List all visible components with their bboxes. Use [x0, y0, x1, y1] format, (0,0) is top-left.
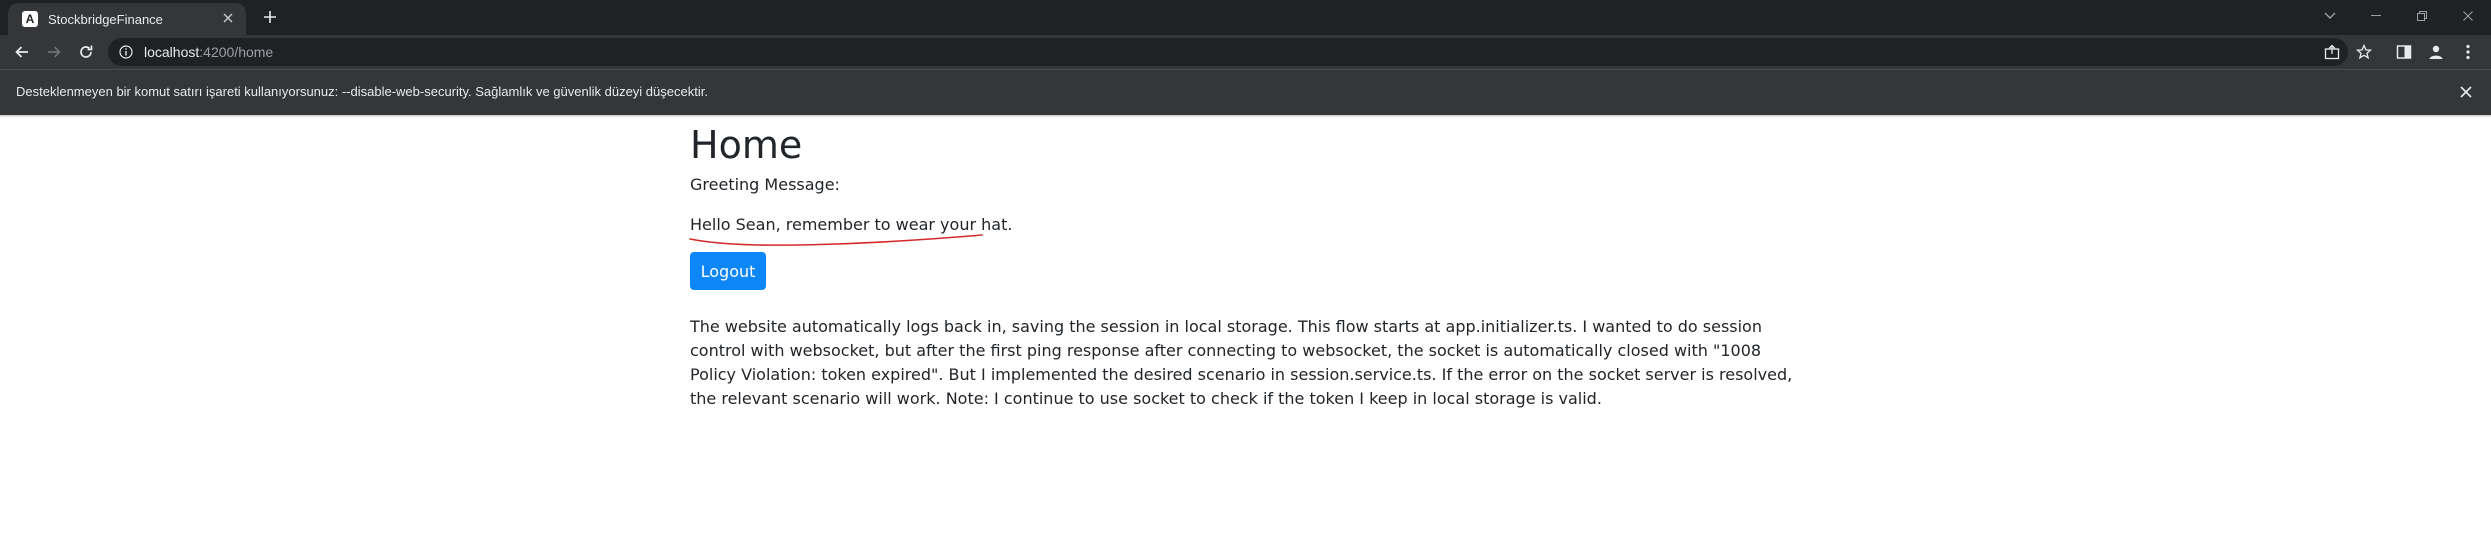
kebab-menu-icon[interactable]	[2454, 38, 2482, 66]
tab-stockbridgefinance[interactable]: A StockbridgeFinance	[8, 3, 246, 35]
warning-infobar: Desteklenmeyen bir komut satırı işareti …	[0, 69, 2491, 115]
window-controls	[2307, 0, 2491, 32]
logout-button[interactable]: Logout	[690, 252, 766, 290]
window-close-icon[interactable]	[2445, 0, 2491, 32]
tab-title: StockbridgeFinance	[48, 11, 163, 27]
url-host: localhost	[144, 44, 200, 60]
restore-icon[interactable]	[2399, 0, 2445, 32]
share-icon[interactable]	[2318, 38, 2346, 66]
arrow-left-icon[interactable]	[8, 38, 36, 66]
info-icon[interactable]	[118, 44, 134, 60]
close-icon[interactable]	[2455, 81, 2477, 103]
description-paragraph: The website automatically logs back in, …	[690, 317, 1793, 408]
infobar-message: Desteklenmeyen bir komut satırı işareti …	[16, 84, 708, 99]
browser-toolbar: localhost:4200/home	[0, 35, 2491, 69]
browser-window: A StockbridgeFinance localhost:4200/home…	[0, 0, 2491, 535]
side-panel-icon[interactable]	[2390, 38, 2418, 66]
address-bar[interactable]: localhost:4200/home	[108, 38, 2348, 66]
angular-favicon-icon: A	[22, 11, 38, 27]
close-icon[interactable]	[220, 11, 236, 27]
red-underline-annotation	[689, 234, 983, 246]
infobar-shadow	[0, 115, 2491, 118]
reload-icon[interactable]	[72, 38, 100, 66]
profile-icon[interactable]	[2422, 38, 2450, 66]
tab-strip: A StockbridgeFinance	[0, 0, 2491, 35]
page-title: Home	[690, 123, 803, 167]
arrow-right-icon[interactable]	[40, 38, 68, 66]
url-text: localhost:4200/home	[144, 44, 273, 60]
chevron-down-icon[interactable]	[2307, 0, 2353, 32]
plus-icon[interactable]	[258, 5, 282, 29]
star-icon[interactable]	[2350, 38, 2378, 66]
greeting-label: Greeting Message:	[690, 175, 840, 194]
url-path: :4200/home	[199, 44, 274, 60]
minimize-icon[interactable]	[2353, 0, 2399, 32]
